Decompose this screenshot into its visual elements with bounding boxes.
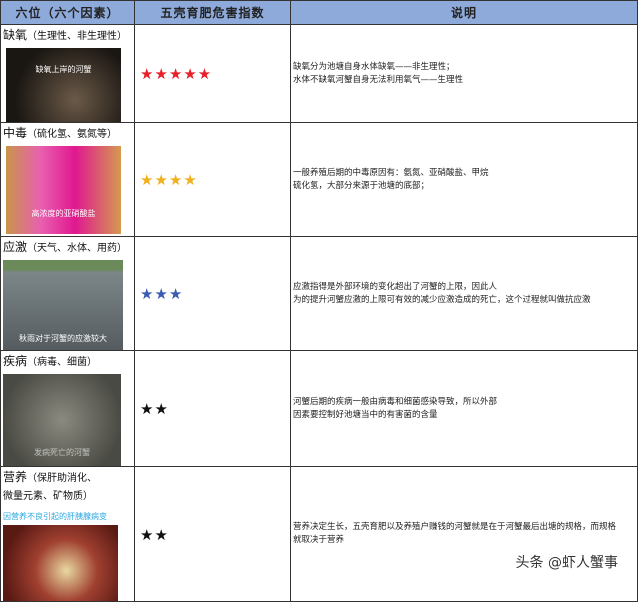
- desc-line: 就取决于营养: [293, 535, 345, 545]
- desc-line: 一般养殖后期的中毒原因有：氨氮、亚硝酸盐、甲烷: [293, 167, 489, 178]
- hazard-table: 六位（六个因素） 五壳育肥危害指数 说明 缺氧（生理性、非生理性） 缺氧上岸的河…: [0, 0, 638, 602]
- crab-photo: 缺氧上岸的河蟹: [6, 48, 121, 122]
- factor-name: 营养: [3, 470, 28, 484]
- desc-line: 水体不缺氧河蟹自身无法利用氧气——生理性: [293, 74, 464, 85]
- table-row: 中毒（硫化氢、氨氮等） 高浓度的亚硝酸盐 ★★★★ 一般养殖后期的中毒原因有：氨…: [0, 122, 638, 237]
- factor-sub: （硫化氢、氨氮等）: [27, 129, 118, 140]
- header-row: 六位（六个因素） 五壳育肥危害指数 说明: [0, 0, 638, 25]
- factor-sub: （生理性、非生理性）: [27, 31, 128, 42]
- factor-name: 疾病: [3, 354, 28, 368]
- table-row: 营养（保肝助消化、 微量元素、矿物质） 因营养不良引起的肝胰腺病变 ★★ 营养决…: [0, 466, 638, 602]
- factor-sub: （病毒、细菌）: [27, 357, 98, 368]
- table-row: 疾病（病毒、细菌） 发病死亡的河蟹 ★★ 河蟹后期的疾病一般由病毒和细菌感染导致…: [0, 350, 638, 467]
- rating-stars: ★★: [140, 400, 169, 418]
- desc-line: 因素要控制好池塘当中的有害菌的含量: [293, 409, 438, 420]
- factor-sub: 微量元素、矿物质）: [3, 491, 93, 502]
- factor-sub: （天气、水体、用药）: [27, 243, 128, 254]
- dead-crab-photo: 发病死亡的河蟹: [3, 374, 121, 466]
- photo-note: 因营养不良引起的肝胰腺病变: [3, 512, 107, 521]
- factor-name: 中毒: [3, 126, 28, 140]
- test-kit-photo: 高浓度的亚硝酸盐: [6, 146, 121, 234]
- desc-line: 为的提升河蟹应激的上限可有效的减少应激造成的死亡，这个过程就叫做抗应激: [293, 294, 591, 305]
- header-desc: 说明: [290, 0, 638, 25]
- header-factor: 六位（六个因素）: [0, 0, 135, 25]
- table-row: 缺氧（生理性、非生理性） 缺氧上岸的河蟹 ★★★★★ 缺氧分为池塘自身水体缺氧—…: [0, 24, 638, 123]
- watermark: 头条 @虾人蟹事: [515, 555, 618, 571]
- photo-caption: 秋雨对于河蟹的应激较大: [19, 334, 107, 343]
- crab-liver-photo: [3, 525, 118, 601]
- pond-photo: 秋雨对于河蟹的应激较大: [3, 260, 123, 350]
- header-index: 五壳育肥危害指数: [134, 0, 291, 25]
- photo-caption: 高浓度的亚硝酸盐: [31, 209, 96, 218]
- rating-stars: ★★: [140, 525, 169, 544]
- photo-caption: 发病死亡的河蟹: [34, 448, 90, 457]
- photo-caption: 缺氧上岸的河蟹: [35, 65, 92, 74]
- factor-sub: （保肝助消化、: [27, 473, 98, 484]
- desc-line: 应激指得是外部环境的变化超出了河蟹的上限，因此人: [293, 281, 498, 292]
- rating-stars: ★★★: [140, 285, 184, 303]
- rating-stars: ★★★★: [140, 171, 198, 189]
- factor-name: 缺氧: [3, 28, 28, 42]
- desc-line: 营养决定生长，五壳育肥以及养殖户赚钱的河蟹就是在于河蟹最后出塘的规格，而规格: [293, 522, 617, 532]
- desc-line: 硫化氢，大部分来源于池塘的底部；: [293, 180, 430, 191]
- rating-stars: ★★★★★: [140, 65, 213, 83]
- desc-line: 河蟹后期的疾病一般由病毒和细菌感染导致，所以外部: [293, 396, 498, 407]
- desc-line: 缺氧分为池塘自身水体缺氧——非生理性；: [293, 61, 455, 72]
- factor-name: 应激: [3, 240, 28, 254]
- table-row: 应激（天气、水体、用药） 秋雨对于河蟹的应激较大 ★★★ 应激指得是外部环境的变…: [0, 236, 638, 351]
